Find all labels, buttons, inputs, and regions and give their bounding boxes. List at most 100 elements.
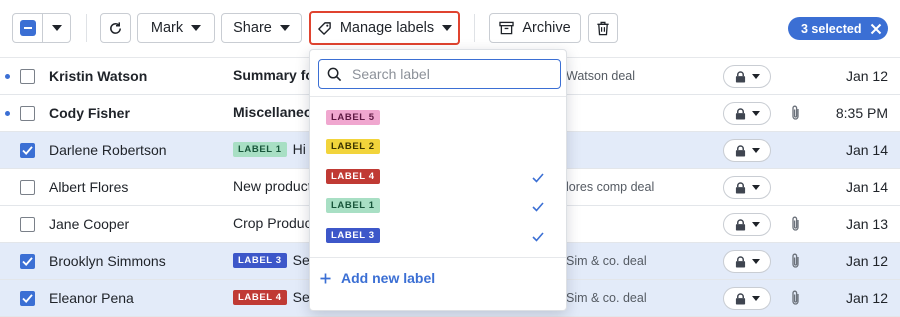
privacy-dropdown[interactable] [723, 102, 771, 125]
select-all-checkbox[interactable] [12, 13, 43, 43]
dropdown-divider [310, 257, 566, 258]
subject: LABEL 4 Set [233, 289, 314, 305]
manage-labels-dropdown: LABEL 5 LABEL 2 LABEL 4 LABEL 1 LABEL 3 Add … [309, 49, 567, 311]
paperclip-icon [790, 105, 801, 126]
partial-select-icon [19, 20, 36, 36]
lock-icon [735, 218, 745, 230]
search-label-field[interactable] [318, 59, 561, 89]
subject-text: Miscellaneou [233, 104, 321, 120]
subject: Summary fo [233, 67, 314, 83]
row-checkbox[interactable] [20, 69, 35, 84]
privacy-dropdown[interactable] [723, 176, 771, 199]
delete-button[interactable] [588, 13, 618, 43]
share-button[interactable]: Share [221, 13, 302, 43]
trash-icon [597, 21, 609, 35]
chevron-down-icon [751, 259, 760, 264]
sender-name: Brooklyn Simmons [49, 253, 166, 269]
attachment-name: lores comp deal [566, 180, 655, 194]
lock-icon [735, 144, 745, 156]
label-option[interactable]: LABEL 1 [310, 191, 566, 220]
label-option[interactable]: LABEL 4 [310, 162, 566, 191]
label-option[interactable]: LABEL 5 [310, 103, 566, 132]
row-checkbox[interactable] [20, 291, 35, 306]
label-option-badge: LABEL 4 [326, 169, 380, 184]
row-date: Jan 12 [845, 68, 888, 84]
paperclip-icon [790, 290, 801, 311]
row-checkbox[interactable] [20, 180, 35, 195]
manage-labels-button[interactable]: Manage labels [309, 11, 460, 45]
row-label-badge: LABEL 1 [233, 141, 287, 157]
subject: Miscellaneou [233, 104, 321, 120]
sender-name: Kristin Watson [49, 68, 148, 84]
archive-button[interactable]: Archive [489, 13, 581, 43]
chevron-down-icon [751, 296, 760, 301]
unread-dot [5, 74, 10, 79]
row-label-badge: LABEL 4 [233, 289, 287, 305]
label-option[interactable]: LABEL 3 [310, 221, 566, 250]
add-new-label-button[interactable]: Add new label [320, 270, 435, 286]
mark-button[interactable]: Mark [137, 13, 215, 43]
selected-count-label: 3 selected [801, 21, 862, 36]
privacy-dropdown[interactable] [723, 65, 771, 88]
row-date: Jan 14 [845, 179, 888, 195]
dropdown-divider [310, 96, 566, 97]
chevron-down-icon [751, 74, 760, 79]
row-date: Jan 12 [845, 290, 888, 306]
row-checkbox[interactable] [20, 254, 35, 269]
row-date: Jan 13 [845, 216, 888, 232]
label-option-badge: LABEL 1 [326, 198, 380, 213]
subject: LABEL 3 Set [233, 252, 314, 268]
chevron-down-icon [751, 111, 760, 116]
checkmark-icon [532, 232, 544, 242]
privacy-dropdown[interactable] [723, 139, 771, 162]
lock-icon [735, 107, 745, 119]
refresh-icon [110, 21, 121, 34]
privacy-dropdown[interactable] [723, 250, 771, 273]
search-label-input[interactable] [350, 65, 540, 83]
row-date: 8:35 PM [835, 105, 888, 121]
add-new-label-text: Add new label [341, 270, 436, 286]
tag-icon [318, 21, 331, 35]
check-icon [22, 146, 33, 155]
selected-count-badge: 3 selected [788, 17, 888, 40]
subject-text: New product [233, 178, 312, 194]
chevron-down-icon [279, 25, 290, 31]
lock-icon [735, 181, 745, 193]
chevron-down-icon [442, 25, 453, 31]
subject-text: Summary fo [233, 67, 314, 83]
label-option[interactable]: LABEL 2 [310, 132, 566, 161]
search-icon [327, 67, 342, 81]
refresh-button[interactable] [100, 13, 131, 43]
chevron-down-icon [51, 25, 62, 31]
toolbar-divider [474, 14, 475, 42]
attachment-name: Watson deal [566, 69, 636, 83]
row-label-badge: LABEL 3 [233, 252, 287, 268]
lock-icon [735, 292, 745, 304]
row-checkbox[interactable] [20, 143, 35, 158]
checkmark-icon [532, 202, 544, 212]
subject: New product [233, 178, 312, 194]
plus-icon [320, 272, 331, 284]
sender-name: Eleanor Pena [49, 290, 134, 306]
paperclip-icon [790, 253, 801, 274]
chevron-down-icon [191, 25, 202, 31]
lock-icon [735, 255, 745, 267]
select-dropdown-button[interactable] [42, 13, 71, 43]
row-checkbox[interactable] [20, 106, 35, 121]
row-checkbox[interactable] [20, 217, 35, 232]
row-date: Jan 14 [845, 142, 888, 158]
check-icon [22, 257, 33, 266]
unread-dot [5, 111, 10, 116]
subject: Crop Produc [233, 215, 312, 231]
sender-name: Albert Flores [49, 179, 129, 195]
checkmark-icon [532, 173, 544, 183]
archive-label: Archive [522, 20, 571, 36]
close-icon[interactable] [870, 23, 882, 35]
privacy-dropdown[interactable] [723, 213, 771, 236]
sender-name: Cody Fisher [49, 105, 130, 121]
sender-name: Darlene Robertson [49, 142, 167, 158]
manage-labels-label: Manage labels [339, 20, 435, 36]
share-label: Share [233, 20, 272, 36]
row-date: Jan 12 [845, 253, 888, 269]
chevron-down-icon [751, 222, 760, 227]
